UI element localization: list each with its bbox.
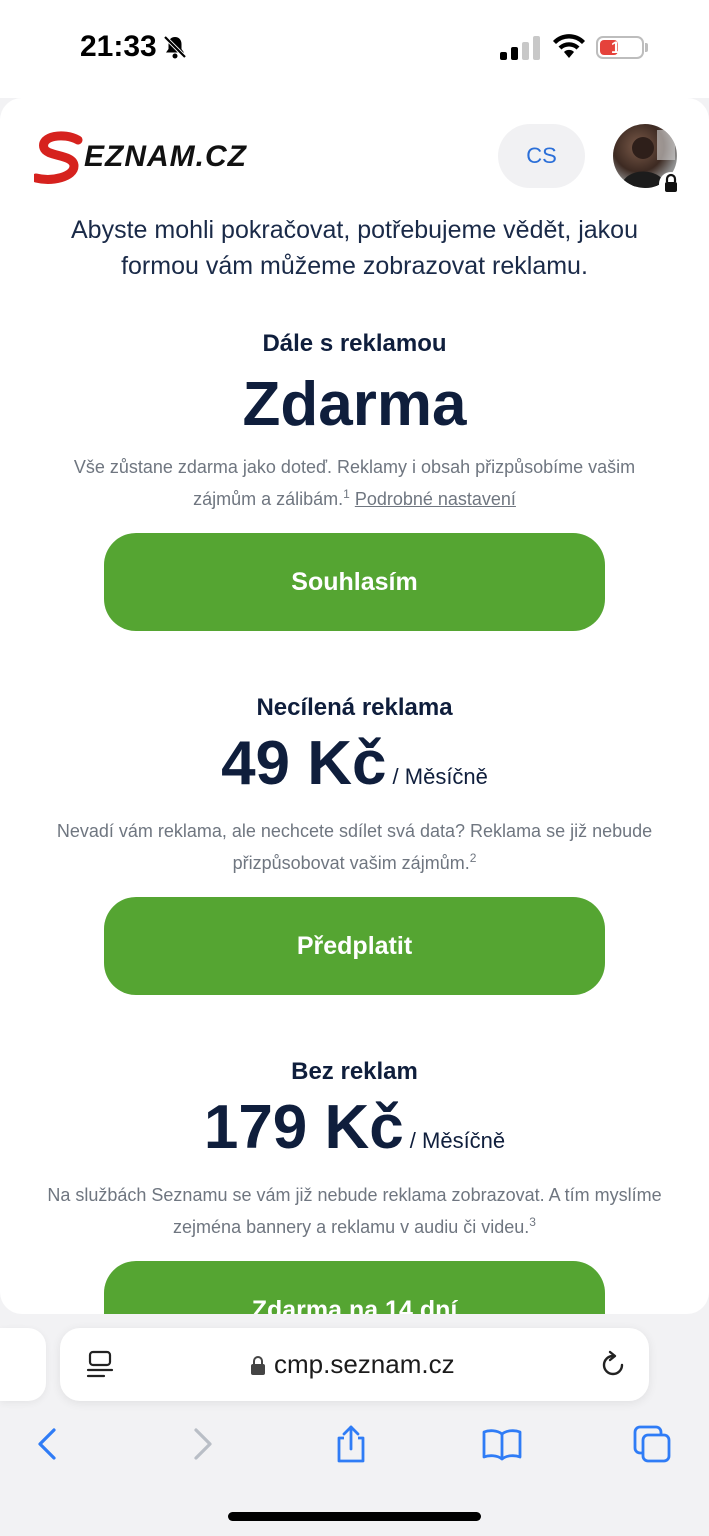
previous-tab-preview[interactable] <box>0 1328 46 1401</box>
agree-button[interactable]: Souhlasím <box>104 533 605 631</box>
clock: 21:33 <box>80 30 157 63</box>
reload-icon[interactable] <box>598 1350 628 1380</box>
status-bar: 21:33 11 <box>0 0 709 98</box>
share-icon[interactable] <box>331 1424 371 1464</box>
option-adfree-price: 179 Kč <box>203 1093 404 1162</box>
option-untargeted-description-text: Nevadí vám reklama, ale nechcete sdílet … <box>56 821 653 873</box>
wifi-icon <box>553 34 585 58</box>
battery-percent: 11 <box>611 38 629 57</box>
option-adfree-price-row: 179 Kč / Měsíčně <box>0 1092 709 1163</box>
seznam-logo[interactable]: EZNAM.CZ <box>34 130 279 186</box>
option-untargeted-title: Necílená reklama <box>256 694 453 721</box>
home-indicator <box>228 1512 481 1521</box>
lock-icon <box>251 1356 265 1375</box>
footnote-1: 1 <box>343 487 350 501</box>
battery-tip <box>645 43 648 52</box>
option-free-title: Dále s reklamou <box>262 330 447 357</box>
intro-text: Abyste mohli pokračovat, potřebujeme věd… <box>71 216 638 280</box>
language-button[interactable]: CS <box>498 124 585 188</box>
back-icon[interactable] <box>28 1424 68 1464</box>
subscribe-button[interactable]: Předplatit <box>104 897 605 995</box>
detailed-settings-link[interactable]: Podrobné nastavení <box>355 489 516 509</box>
svg-text:EZNAM.CZ: EZNAM.CZ <box>84 140 248 173</box>
option-free-description: Vše zůstane zdarma jako doteď. Reklamy i… <box>40 454 669 513</box>
footnote-2: 2 <box>469 851 477 865</box>
tabs-icon[interactable] <box>632 1424 672 1464</box>
footnote-3: 3 <box>529 1215 536 1229</box>
option-adfree-description: Na službách Seznamu se vám již nebude re… <box>40 1182 669 1241</box>
option-adfree-period: / Měsíčně <box>409 1128 506 1153</box>
option-untargeted-price: 49 Kč <box>221 729 387 798</box>
forward-icon[interactable] <box>182 1424 222 1464</box>
lock-badge-icon <box>659 172 683 196</box>
battery-icon: 11 <box>596 36 644 59</box>
option-untargeted-period: / Měsíčně <box>392 764 488 789</box>
option-adfree-description-text: Na službách Seznamu se vám již nebude re… <box>47 1185 662 1237</box>
option-untargeted-price-row: 49 Kč / Měsíčně <box>0 728 709 799</box>
bookmarks-icon[interactable] <box>482 1424 522 1464</box>
page-menu-icon[interactable] <box>86 1350 114 1380</box>
url-text[interactable]: cmp.seznam.cz <box>274 1349 455 1380</box>
option-untargeted-description: Nevadí vám reklama, ale nechcete sdílet … <box>40 818 669 877</box>
bell-slash-icon <box>163 35 187 59</box>
option-adfree-title: Bez reklam <box>291 1058 418 1085</box>
cellular-signal-icon <box>500 36 540 60</box>
option-free-price: Zdarma <box>242 370 467 439</box>
consent-sheet: EZNAM.CZ CS Abyste mohli pokračovat, pot… <box>0 98 709 1314</box>
free-trial-button[interactable]: Zdarma na 14 dní <box>104 1261 605 1314</box>
